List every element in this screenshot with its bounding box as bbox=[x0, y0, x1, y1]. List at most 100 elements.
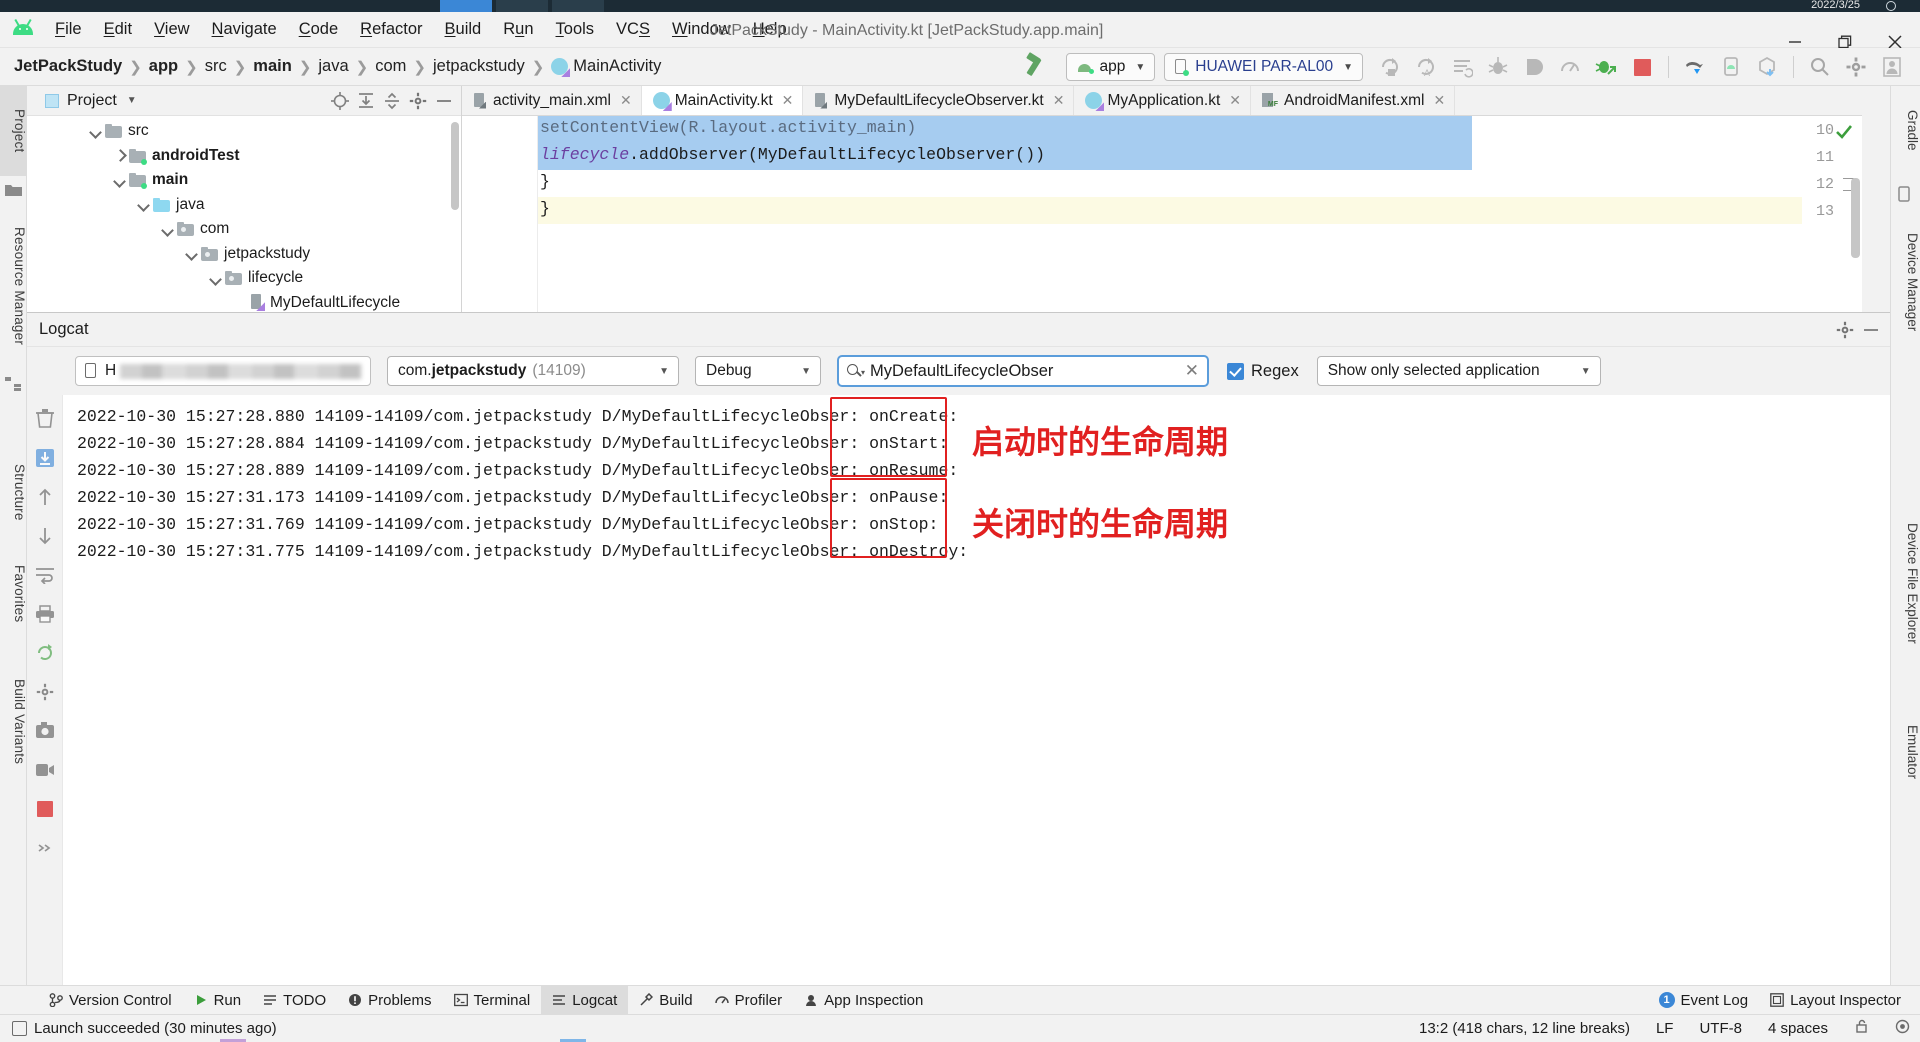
bottom-tab-app-inspection[interactable]: App Inspection bbox=[793, 986, 934, 1015]
chevron-down-icon[interactable] bbox=[161, 223, 174, 236]
checkbox-checked-icon[interactable] bbox=[1227, 363, 1244, 380]
sidebar-tab-project[interactable]: Project bbox=[0, 86, 27, 176]
bottom-tab-layout-inspector[interactable]: Layout Inspector bbox=[1759, 986, 1912, 1015]
menu-item-run[interactable]: Run bbox=[492, 17, 544, 42]
stop-logcat-icon[interactable] bbox=[27, 789, 63, 828]
tree-item-main[interactable]: main bbox=[27, 168, 461, 193]
bottom-tab-run[interactable]: Run bbox=[183, 986, 253, 1015]
chevron-down-icon[interactable] bbox=[113, 174, 126, 187]
menu-item-vcs[interactable]: VCS bbox=[605, 17, 661, 42]
bottom-tab-problems[interactable]: Problems bbox=[337, 986, 442, 1015]
tree-item-jetpackstudy[interactable]: jetpackstudy bbox=[27, 242, 461, 267]
tree-item-com[interactable]: com bbox=[27, 217, 461, 242]
restart-logcat-icon[interactable] bbox=[27, 633, 63, 672]
close-icon[interactable]: ✕ bbox=[620, 92, 632, 109]
scroll-up-icon[interactable] bbox=[27, 477, 63, 516]
tree-item-lifecycle[interactable]: lifecycle bbox=[27, 266, 461, 291]
account-icon[interactable] bbox=[1877, 52, 1907, 82]
breadcrumb-item-2[interactable]: src bbox=[205, 57, 227, 76]
bottom-tab-todo[interactable]: TODO bbox=[252, 986, 337, 1015]
bottom-tab-build[interactable]: Build bbox=[628, 986, 703, 1015]
structure-toggle-icon[interactable] bbox=[5, 376, 22, 393]
project-settings-gear-icon[interactable] bbox=[405, 88, 431, 114]
chevron-right-icon[interactable] bbox=[113, 149, 126, 162]
indent-setting[interactable]: 4 spaces bbox=[1768, 1020, 1828, 1037]
expand-all-icon[interactable] bbox=[353, 88, 379, 114]
menu-item-build[interactable]: Build bbox=[434, 17, 493, 42]
build-hammer-icon[interactable] bbox=[1024, 52, 1054, 82]
soft-wrap-icon[interactable] bbox=[27, 555, 63, 594]
breadcrumb-item-0[interactable]: JetPackStudy bbox=[14, 57, 122, 76]
tree-item-androidtest[interactable]: androidTest bbox=[27, 144, 461, 169]
caret-position[interactable]: 13:2 (418 chars, 12 line breaks) bbox=[1419, 1020, 1630, 1037]
scroll-to-end-icon[interactable] bbox=[27, 438, 63, 477]
menu-item-file[interactable]: File bbox=[44, 17, 93, 42]
close-icon[interactable]: ✕ bbox=[1229, 92, 1241, 109]
print-icon[interactable] bbox=[27, 594, 63, 633]
breadcrumb-item-4[interactable]: java bbox=[318, 57, 348, 76]
close-icon[interactable]: ✕ bbox=[1433, 92, 1445, 109]
editor-tab-mainactivity-kt[interactable]: MainActivity.kt ✕ bbox=[642, 86, 804, 115]
os-window-tab-3[interactable] bbox=[552, 0, 604, 12]
sidebar-tab-device-manager[interactable]: Device Manager bbox=[1890, 208, 1920, 356]
gradle-sync-icon[interactable] bbox=[1680, 52, 1710, 82]
menu-item-navigate[interactable]: Navigate bbox=[201, 17, 288, 42]
file-encoding[interactable]: UTF-8 bbox=[1699, 1020, 1742, 1037]
run-configuration-selector[interactable]: app ▼ bbox=[1066, 53, 1156, 81]
breadcrumb-item-6[interactable]: jetpackstudy bbox=[433, 57, 525, 76]
chevron-down-icon[interactable]: ▼ bbox=[127, 95, 137, 106]
os-window-tab-2[interactable] bbox=[496, 0, 548, 12]
close-icon[interactable]: ✕ bbox=[1053, 92, 1065, 109]
logcat-options-gear-icon[interactable] bbox=[27, 672, 63, 711]
project-tree-scrollbar[interactable] bbox=[451, 122, 459, 210]
breadcrumb-item-5[interactable]: com bbox=[375, 57, 406, 76]
logcat-search-box[interactable]: ▾ ✕ bbox=[837, 355, 1209, 387]
menu-item-tools[interactable]: Tools bbox=[545, 17, 606, 42]
chevron-down-icon[interactable] bbox=[89, 125, 102, 138]
logcat-scope-selector[interactable]: Show only selected application ▼ bbox=[1317, 356, 1601, 386]
sidebar-tab-build-variants[interactable]: Build Variants bbox=[0, 656, 27, 788]
clear-search-icon[interactable]: ✕ bbox=[1185, 361, 1199, 381]
stop-icon[interactable] bbox=[1627, 52, 1657, 82]
bottom-tab-event-log[interactable]: 1 Event Log bbox=[1648, 986, 1760, 1015]
sidebar-tab-favorites[interactable]: Favorites bbox=[0, 546, 27, 642]
scroll-down-icon[interactable] bbox=[27, 516, 63, 555]
profiler-icon[interactable] bbox=[1555, 52, 1585, 82]
bottom-tab-terminal[interactable]: Terminal bbox=[443, 986, 542, 1015]
run-with-coverage-icon[interactable] bbox=[1591, 52, 1621, 82]
chevron-down-icon[interactable] bbox=[209, 272, 222, 285]
os-window-tab-1[interactable] bbox=[440, 0, 492, 12]
menu-item-code[interactable]: Code bbox=[288, 17, 349, 42]
bottom-tab-version-control[interactable]: Version Control bbox=[38, 986, 183, 1015]
sidebar-tab-structure[interactable]: Structure bbox=[0, 446, 27, 538]
debug-icon[interactable] bbox=[1483, 52, 1513, 82]
bottom-tab-profiler[interactable]: Profiler bbox=[704, 986, 794, 1015]
device-manager-icon[interactable] bbox=[1896, 186, 1913, 203]
sdk-manager-icon[interactable] bbox=[1752, 52, 1782, 82]
logcat-hide-icon[interactable] bbox=[1858, 317, 1884, 343]
bottom-tab-logcat[interactable]: Logcat bbox=[541, 986, 628, 1015]
editor-tab-androidmanifest-xml[interactable]: MF AndroidManifest.xml ✕ bbox=[1251, 86, 1455, 115]
breadcrumb-item-1[interactable]: app bbox=[149, 57, 178, 76]
rerun-icon[interactable] bbox=[1375, 52, 1405, 82]
editor-tab-mydefaultlifecycleobserver-kt[interactable]: MyDefaultLifecycleObserver.kt ✕ bbox=[803, 86, 1074, 115]
menu-item-refactor[interactable]: Refactor bbox=[349, 17, 433, 42]
inspection-status-ok-icon[interactable] bbox=[1834, 122, 1854, 142]
editor-scrollbar[interactable] bbox=[1851, 178, 1860, 258]
logcat-device-selector[interactable]: H bbox=[75, 356, 371, 386]
logcat-search-input[interactable] bbox=[870, 362, 1179, 381]
clear-logcat-icon[interactable] bbox=[27, 399, 63, 438]
chevron-down-icon[interactable] bbox=[137, 198, 150, 211]
chevron-down-icon[interactable] bbox=[185, 247, 198, 260]
sidebar-tab-device-file-explorer[interactable]: Device File Explorer bbox=[1890, 486, 1920, 680]
sidebar-tab-emulator[interactable]: Emulator bbox=[1890, 696, 1920, 808]
breadcrumb-item-7[interactable]: MainActivity bbox=[573, 57, 661, 76]
device-selector[interactable]: HUAWEI PAR-AL00 ▼ bbox=[1164, 53, 1363, 81]
logcat-level-selector[interactable]: Debug ▼ bbox=[695, 356, 821, 386]
apply-code-changes-icon[interactable] bbox=[1447, 52, 1477, 82]
breadcrumb-item-3[interactable]: main bbox=[253, 57, 292, 76]
attach-debugger-icon[interactable] bbox=[1519, 52, 1549, 82]
editor-tab-activity-main-xml[interactable]: activity_main.xml ✕ bbox=[462, 86, 642, 115]
record-video-icon[interactable] bbox=[27, 750, 63, 789]
screenshot-icon[interactable] bbox=[27, 711, 63, 750]
